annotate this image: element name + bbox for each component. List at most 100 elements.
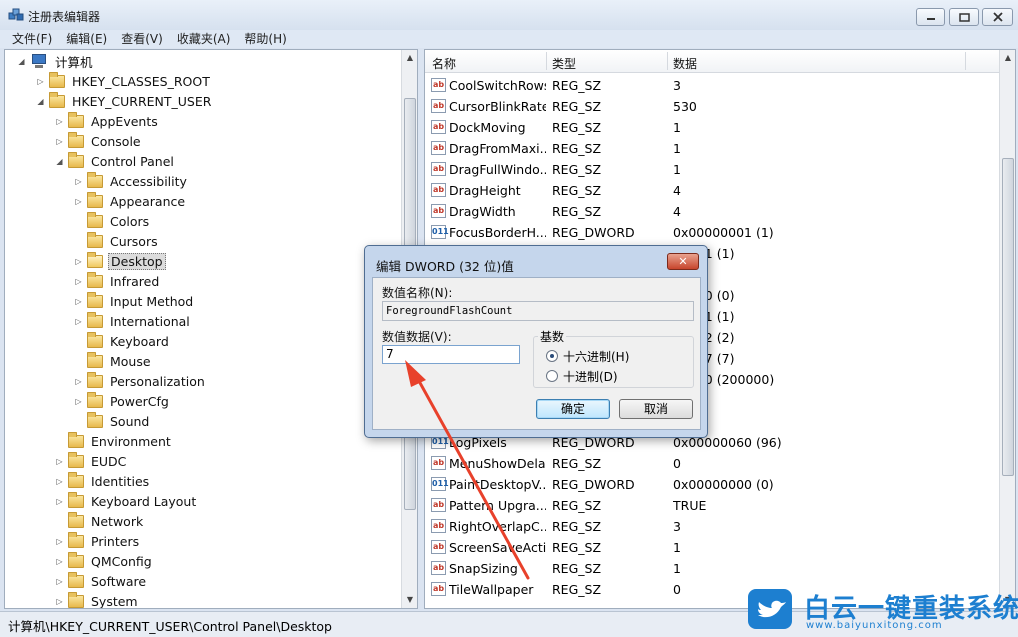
- tree-item[interactable]: ▷ AppEvents: [55, 111, 160, 131]
- tree-item[interactable]: ▷ Desktop: [74, 251, 166, 271]
- tree-item[interactable]: ▷ Console: [55, 131, 143, 151]
- collapse-arrow-icon[interactable]: ◢: [36, 97, 45, 106]
- tree-item[interactable]: Cursors: [74, 231, 160, 251]
- tree-item[interactable]: ▷ HKEY_CLASSES_ROOT: [36, 71, 212, 91]
- column-header-name[interactable]: 名称: [432, 55, 456, 72]
- scroll-down-arrow-icon[interactable]: ▼: [402, 595, 417, 604]
- tree-item[interactable]: ▷ Appearance: [74, 191, 187, 211]
- menu-favorites[interactable]: 收藏夹(A): [177, 30, 231, 48]
- tree-item[interactable]: ◢ HKEY_CURRENT_USER: [36, 91, 213, 111]
- scroll-up-arrow-icon[interactable]: ▲: [1000, 53, 1015, 62]
- hex-radio-label[interactable]: 十六进制(H): [563, 348, 629, 365]
- expand-arrow-icon[interactable]: ▷: [55, 457, 64, 466]
- tree-item[interactable]: ▷ Personalization: [74, 371, 207, 391]
- close-window-button[interactable]: [982, 8, 1013, 26]
- table-row[interactable]: ab MenuShowDelay REG_SZ 0: [425, 453, 1000, 474]
- tree-item[interactable]: Sound: [74, 411, 151, 431]
- expand-arrow-icon[interactable]: ▷: [74, 257, 83, 266]
- expand-arrow-icon[interactable]: ▷: [55, 497, 64, 506]
- tree-item[interactable]: ▷ Software: [55, 571, 148, 591]
- tree-item[interactable]: Mouse: [74, 351, 153, 371]
- cell-data: 00007 (7): [673, 351, 735, 366]
- table-row[interactable]: ab DragFullWindo... REG_SZ 1: [425, 159, 1000, 180]
- menu-edit[interactable]: 编辑(E): [66, 30, 107, 48]
- tree-item[interactable]: Colors: [74, 211, 151, 231]
- tree-item[interactable]: Environment: [55, 431, 173, 451]
- tree-item[interactable]: ▷ QMConfig: [55, 551, 154, 571]
- list-scroll-thumb[interactable]: [1002, 158, 1014, 476]
- tree-item[interactable]: ▷ Identities: [55, 471, 151, 491]
- expand-arrow-icon[interactable]: ▷: [74, 377, 83, 386]
- table-row[interactable]: ab Pattern Upgra... REG_SZ TRUE: [425, 495, 1000, 516]
- expand-arrow-icon[interactable]: ▷: [74, 277, 83, 286]
- tree-item[interactable]: ▷ EUDC: [55, 451, 128, 471]
- table-row[interactable]: ab RightOverlapC... REG_SZ 3: [425, 516, 1000, 537]
- tree-item[interactable]: ▷ Input Method: [74, 291, 195, 311]
- ok-button[interactable]: 确定: [536, 399, 610, 419]
- scroll-up-arrow-icon[interactable]: ▲: [402, 53, 417, 62]
- collapse-arrow-icon[interactable]: ◢: [55, 157, 64, 166]
- decimal-radio-label[interactable]: 十进制(D): [563, 368, 618, 385]
- table-row[interactable]: ab DragWidth REG_SZ 4: [425, 201, 1000, 222]
- column-header-data[interactable]: 数据: [673, 55, 697, 72]
- cell-name: CursorBlinkRate: [449, 99, 546, 114]
- menu-file[interactable]: 文件(F): [12, 30, 52, 48]
- expand-arrow-icon[interactable]: ▷: [55, 137, 64, 146]
- tree-item[interactable]: ◢ 计算机: [17, 51, 95, 71]
- minimize-icon: [926, 18, 935, 20]
- table-row[interactable]: ab CursorBlinkRate REG_SZ 530: [425, 96, 1000, 117]
- registry-tree-pane[interactable]: ◢ 计算机 ▷ HKEY_CLASSES_ROOT ◢ HKEY_CURRENT_USER…: [4, 49, 418, 609]
- tree-item[interactable]: ▷ System: [55, 591, 140, 608]
- column-separator[interactable]: [965, 52, 966, 70]
- value-data-input[interactable]: 7: [382, 345, 520, 364]
- cancel-button[interactable]: 取消: [619, 399, 693, 419]
- expand-arrow-icon[interactable]: ▷: [74, 177, 83, 186]
- table-row[interactable]: ab DragFromMaxi... REG_SZ 1: [425, 138, 1000, 159]
- table-row[interactable]: ab SnapSizing REG_SZ 1: [425, 558, 1000, 579]
- list-scrollbar[interactable]: ▲ ▼: [999, 50, 1015, 608]
- expand-arrow-icon[interactable]: ▷: [55, 117, 64, 126]
- tree-item[interactable]: ▷ Accessibility: [74, 171, 189, 191]
- table-row[interactable]: ab CoolSwitchRows REG_SZ 3: [425, 75, 1000, 96]
- tree-item[interactable]: Keyboard: [74, 331, 171, 351]
- tree-item[interactable]: ▷ PowerCfg: [74, 391, 171, 411]
- menu-help[interactable]: 帮助(H): [244, 30, 286, 48]
- expand-arrow-icon[interactable]: ▷: [55, 557, 64, 566]
- tree-item[interactable]: ▷ Infrared: [74, 271, 161, 291]
- table-row[interactable]: abScreenSaveActi... REG_SZ 1: [425, 537, 1000, 558]
- expand-arrow-icon[interactable]: ▷: [55, 537, 64, 546]
- expand-arrow-icon[interactable]: ▷: [55, 477, 64, 486]
- tree-item[interactable]: ◢ Control Panel: [55, 151, 176, 171]
- column-header-type[interactable]: 类型: [552, 55, 576, 72]
- column-separator[interactable]: [546, 52, 547, 70]
- expand-arrow-icon[interactable]: ▷: [36, 77, 45, 86]
- table-row[interactable]: 011 PaintDesktopV... REG_DWORD 0x00000000 (…: [425, 474, 1000, 495]
- folder-icon: [68, 511, 84, 528]
- cell-name: DragFromMaxi...: [449, 141, 546, 156]
- column-separator[interactable]: [667, 52, 668, 70]
- expand-arrow-icon[interactable]: ▷: [74, 297, 83, 306]
- table-row[interactable]: ab DragHeight REG_SZ 4: [425, 180, 1000, 201]
- table-row[interactable]: 011 FocusBorderH... REG_DWORD 0x00000001 (1…: [425, 222, 1000, 243]
- edit-dword-dialog[interactable]: 编辑 DWORD (32 位)值 ✕ 数值名称(N): ForegroundFl…: [364, 245, 708, 438]
- collapse-arrow-icon[interactable]: ◢: [17, 57, 26, 66]
- decimal-radio[interactable]: [546, 370, 558, 382]
- expand-arrow-icon[interactable]: ▷: [55, 577, 64, 586]
- tree-item[interactable]: ▷ Keyboard Layout: [55, 491, 198, 511]
- tree-item-label: Printers: [91, 533, 140, 549]
- expand-arrow-icon[interactable]: ▷: [74, 317, 83, 326]
- table-row[interactable]: ab DockMoving REG_SZ 1: [425, 117, 1000, 138]
- dialog-close-button[interactable]: ✕: [667, 253, 699, 270]
- expand-arrow-icon[interactable]: ▷: [74, 197, 83, 206]
- cell-data: 530: [673, 99, 697, 114]
- tree-item[interactable]: ▷ International: [74, 311, 192, 331]
- maximize-button[interactable]: [949, 8, 979, 26]
- expand-arrow-icon[interactable]: ▷: [74, 397, 83, 406]
- minimize-button[interactable]: [916, 8, 945, 26]
- hex-radio[interactable]: [546, 350, 558, 362]
- expand-arrow-icon[interactable]: ▷: [55, 597, 64, 606]
- menu-view[interactable]: 查看(V): [121, 30, 163, 48]
- title-bar[interactable]: 注册表编辑器: [0, 0, 1018, 30]
- tree-item[interactable]: Network: [55, 511, 145, 531]
- tree-item[interactable]: ▷ Printers: [55, 531, 141, 551]
